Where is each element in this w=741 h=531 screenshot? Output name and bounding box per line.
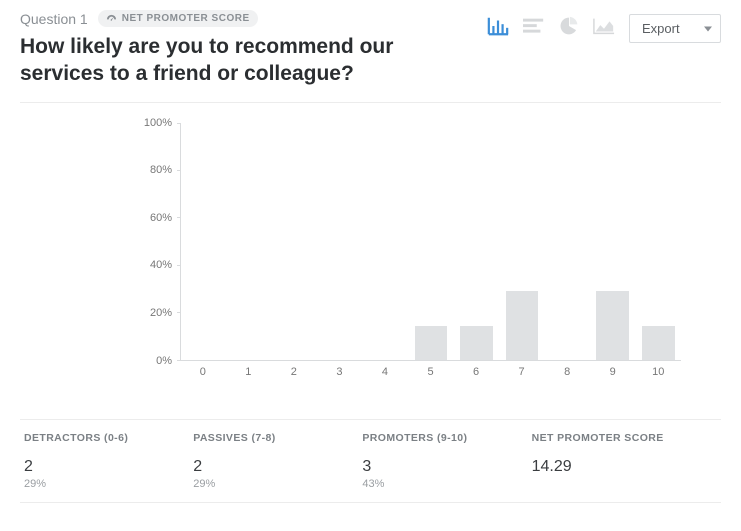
detractors-pct: 29% — [24, 478, 185, 490]
horizontal-bar-icon[interactable] — [523, 17, 545, 40]
export-button[interactable]: Export — [629, 14, 721, 43]
pie-chart-icon[interactable] — [559, 16, 579, 41]
chart-bar — [590, 123, 635, 360]
promoters-pct: 43% — [362, 478, 523, 490]
x-axis-label: 9 — [590, 361, 636, 383]
x-axis-label: 4 — [362, 361, 408, 383]
nps-summary: DETRACTORS (0-6) 2 29% PASSIVES (7-8) 2 … — [20, 419, 721, 503]
y-axis-label: 100% — [144, 117, 172, 129]
chart-plot-area — [180, 123, 681, 361]
chart-bar — [317, 123, 362, 360]
x-axis-label: 8 — [544, 361, 590, 383]
chart-bar — [545, 123, 590, 360]
chart-bar — [226, 123, 271, 360]
x-axis-label: 10 — [635, 361, 681, 383]
x-axis-label: 7 — [499, 361, 545, 383]
nps-bar-chart: 0%20%40%60%80%100% 012345678910 — [120, 123, 681, 383]
detractors-count: 2 — [24, 458, 185, 476]
y-axis-label: 40% — [150, 259, 172, 271]
x-axis-label: 5 — [408, 361, 454, 383]
promoters-count: 3 — [362, 458, 523, 476]
x-axis-label: 3 — [317, 361, 363, 383]
promoters-label: PROMOTERS (9-10) — [362, 432, 523, 444]
question-text: How likely are you to recommend our serv… — [20, 33, 400, 88]
chart-bar — [636, 123, 681, 360]
nps-value: 14.29 — [532, 458, 717, 476]
question-number: Question 1 — [20, 11, 88, 27]
x-axis-label: 1 — [226, 361, 272, 383]
y-axis-label: 20% — [150, 307, 172, 319]
nps-label: NET PROMOTER SCORE — [532, 432, 717, 444]
passives-pct: 29% — [193, 478, 354, 490]
chart-bar — [363, 123, 408, 360]
nps-badge: NET PROMOTER SCORE — [98, 10, 258, 27]
caret-down-icon — [704, 26, 712, 31]
divider — [20, 102, 721, 103]
passives-col: PASSIVES (7-8) 2 29% — [189, 420, 358, 502]
passives-count: 2 — [193, 458, 354, 476]
chart-bar — [499, 123, 544, 360]
chart-bar — [408, 123, 453, 360]
nps-badge-label: NET PROMOTER SCORE — [122, 13, 250, 24]
gauge-icon — [106, 13, 117, 24]
passives-label: PASSIVES (7-8) — [193, 432, 354, 444]
nps-col: NET PROMOTER SCORE 14.29 — [528, 420, 721, 502]
bar-chart-icon[interactable] — [487, 16, 509, 41]
detractors-label: DETRACTORS (0-6) — [24, 432, 185, 444]
y-axis-label: 80% — [150, 164, 172, 176]
x-axis-label: 0 — [180, 361, 226, 383]
x-axis-label: 6 — [453, 361, 499, 383]
chart-bar — [272, 123, 317, 360]
x-axis-label: 2 — [271, 361, 317, 383]
y-axis-label: 60% — [150, 212, 172, 224]
detractors-col: DETRACTORS (0-6) 2 29% — [20, 420, 189, 502]
y-axis-label: 0% — [156, 355, 172, 367]
chart-bar — [181, 123, 226, 360]
export-button-label: Export — [642, 21, 680, 36]
chart-toolbar: Export — [487, 14, 721, 43]
promoters-col: PROMOTERS (9-10) 3 43% — [358, 420, 527, 502]
chart-bar — [454, 123, 499, 360]
area-chart-icon[interactable] — [593, 17, 615, 40]
